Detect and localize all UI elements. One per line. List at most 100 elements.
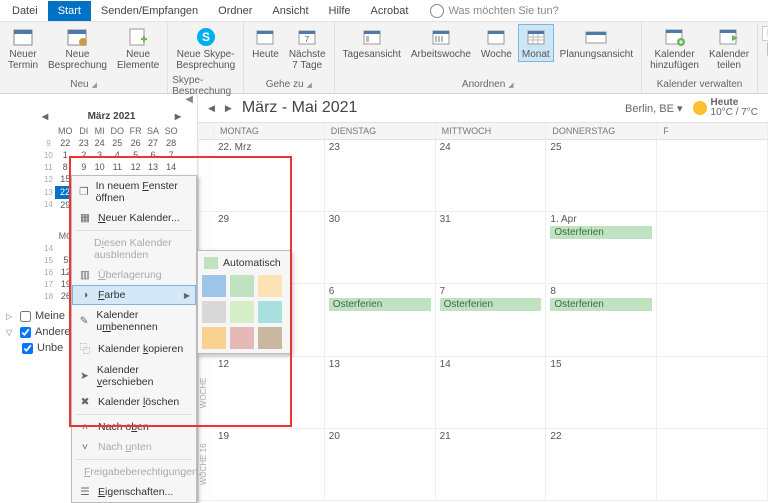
- day-cell[interactable]: 6Osterferien: [325, 284, 436, 355]
- address-book-button[interactable]: Adressbuch: [762, 41, 768, 57]
- color-swatch[interactable]: [202, 301, 226, 323]
- week-view-button[interactable]: Woche: [477, 24, 516, 62]
- tab-ordner[interactable]: Ordner: [208, 1, 262, 21]
- dialog-launcher-icon[interactable]: ◢: [508, 81, 513, 89]
- day-cell[interactable]: 19: [214, 429, 325, 500]
- minical-day[interactable]: 6: [144, 149, 161, 161]
- minical-day[interactable]: 27: [144, 137, 161, 149]
- day-view-button[interactable]: Tagesansicht: [339, 24, 405, 62]
- color-swatch[interactable]: [258, 301, 282, 323]
- day-cell[interactable]: 7Osterferien: [436, 284, 547, 355]
- tab-ansicht[interactable]: Ansicht: [262, 1, 318, 21]
- day-cell[interactable]: 30: [325, 212, 436, 283]
- tab-start[interactable]: Start: [48, 1, 91, 21]
- minical-day[interactable]: 24: [92, 137, 108, 149]
- minical-day[interactable]: 11: [108, 161, 127, 173]
- minical-day[interactable]: 28: [162, 137, 181, 149]
- day-cell[interactable]: [657, 140, 768, 211]
- minical-day[interactable]: 23: [76, 137, 92, 149]
- tab-senden[interactable]: Senden/Empfangen: [91, 1, 208, 21]
- minical-day[interactable]: 5: [127, 149, 144, 161]
- prev-month-icon[interactable]: ◀: [42, 112, 48, 121]
- menu-item-kalender-umbenennen[interactable]: ✎Kalender umbenennen: [72, 305, 196, 337]
- next7days-button[interactable]: 7 Nächste7 Tage: [285, 24, 330, 73]
- color-swatch[interactable]: [230, 327, 254, 349]
- color-swatch[interactable]: [230, 301, 254, 323]
- menu-item-in-neuem-fenster-ffnen[interactable]: ❐In neuem Fenster öffnen: [72, 176, 196, 208]
- menu-item-neuer-kalender[interactable]: ▦Neuer Kalender...: [72, 208, 196, 228]
- menu-item-kalender-kopieren[interactable]: ⿻Kalender kopieren: [72, 337, 196, 360]
- location-label[interactable]: Berlin, BE ▾: [625, 102, 683, 115]
- color-swatch[interactable]: [258, 275, 282, 297]
- color-automatic[interactable]: Automatisch: [202, 255, 286, 275]
- workweek-view-button[interactable]: Arbeitswoche: [407, 24, 475, 62]
- day-cell[interactable]: [657, 212, 768, 283]
- prev-period-button[interactable]: ◀: [208, 103, 215, 114]
- weather-widget[interactable]: Heute 10°C / 7°C: [693, 98, 758, 118]
- day-cell[interactable]: 21: [436, 429, 547, 500]
- tab-datei[interactable]: Datei: [2, 1, 48, 21]
- minical-day[interactable]: 26: [127, 137, 144, 149]
- day-cell[interactable]: 20: [325, 429, 436, 500]
- minical-day[interactable]: 4: [108, 149, 127, 161]
- skype-meeting-button[interactable]: S Neue Skype-Besprechung: [172, 24, 239, 73]
- minical-day[interactable]: 22: [55, 137, 76, 149]
- day-cell[interactable]: 12: [214, 357, 325, 428]
- minical-day[interactable]: 8: [55, 161, 76, 173]
- menu-item-kalender-verschieben[interactable]: ➤Kalender verschieben: [72, 360, 196, 392]
- minical-day[interactable]: 25: [108, 137, 127, 149]
- color-swatch[interactable]: [202, 327, 226, 349]
- day-cell[interactable]: 14: [436, 357, 547, 428]
- minical-day[interactable]: 10: [92, 161, 108, 173]
- today-button[interactable]: Heute: [248, 24, 283, 73]
- minical-day[interactable]: 7: [162, 149, 181, 161]
- people-search-field[interactable]: Personen suchen: [762, 26, 768, 41]
- new-items-button[interactable]: NeueElemente: [113, 24, 163, 73]
- minical-day[interactable]: 13: [144, 161, 161, 173]
- tab-acrobat[interactable]: Acrobat: [361, 1, 419, 21]
- menu-item-farbe[interactable]: ◑Farbe▶: [72, 285, 196, 305]
- tab-hilfe[interactable]: Hilfe: [319, 1, 361, 21]
- day-cell[interactable]: 13: [325, 357, 436, 428]
- menu-item-kalender-l-schen[interactable]: ✖Kalender löschen: [72, 392, 196, 412]
- checkbox[interactable]: [20, 311, 31, 322]
- minical-day[interactable]: 9: [76, 161, 92, 173]
- day-cell[interactable]: 22: [546, 429, 657, 500]
- dialog-launcher-icon[interactable]: ◢: [307, 81, 312, 89]
- day-cell[interactable]: 23: [325, 140, 436, 211]
- day-cell[interactable]: 22. Mrz: [214, 140, 325, 211]
- month-view-button[interactable]: Monat: [518, 24, 554, 62]
- add-calendar-button[interactable]: Kalenderhinzufügen: [646, 24, 703, 73]
- dialog-launcher-icon[interactable]: ◢: [92, 81, 97, 89]
- new-appointment-button[interactable]: NeuerTermin: [4, 24, 42, 73]
- menu-item-eigenschaften[interactable]: ☰Eigenschaften...: [72, 482, 196, 502]
- minical-day[interactable]: 12: [127, 161, 144, 173]
- day-cell[interactable]: [657, 429, 768, 500]
- checkbox[interactable]: [22, 343, 33, 354]
- share-calendar-button[interactable]: Kalenderteilen: [705, 24, 753, 73]
- minical-day[interactable]: 14: [162, 161, 181, 173]
- day-cell[interactable]: 8Osterferien: [546, 284, 657, 355]
- event[interactable]: Osterferien: [550, 226, 652, 239]
- next-month-icon[interactable]: ▶: [175, 112, 181, 121]
- day-cell[interactable]: [657, 357, 768, 428]
- menu-item-nach-oben[interactable]: ˄Nach oben: [72, 417, 196, 437]
- day-cell[interactable]: 25: [546, 140, 657, 211]
- minical-day[interactable]: 1: [55, 149, 76, 161]
- minical-day[interactable]: 3: [92, 149, 108, 161]
- collapse-handle[interactable]: ◀: [0, 94, 197, 108]
- tell-me-search[interactable]: Was möchten Sie tun?: [430, 4, 558, 18]
- day-cell[interactable]: 1. AprOsterferien: [546, 212, 657, 283]
- day-cell[interactable]: 31: [436, 212, 547, 283]
- color-swatch[interactable]: [230, 275, 254, 297]
- day-cell[interactable]: 15: [546, 357, 657, 428]
- day-cell[interactable]: [657, 284, 768, 355]
- new-meeting-button[interactable]: NeueBesprechung: [44, 24, 111, 73]
- day-cell[interactable]: 24: [436, 140, 547, 211]
- checkbox[interactable]: [20, 327, 31, 338]
- minical-day[interactable]: 2: [76, 149, 92, 161]
- next-period-button[interactable]: ▶: [225, 103, 232, 114]
- color-swatch[interactable]: [202, 275, 226, 297]
- color-swatch[interactable]: [258, 327, 282, 349]
- schedule-view-button[interactable]: Planungsansicht: [556, 24, 637, 62]
